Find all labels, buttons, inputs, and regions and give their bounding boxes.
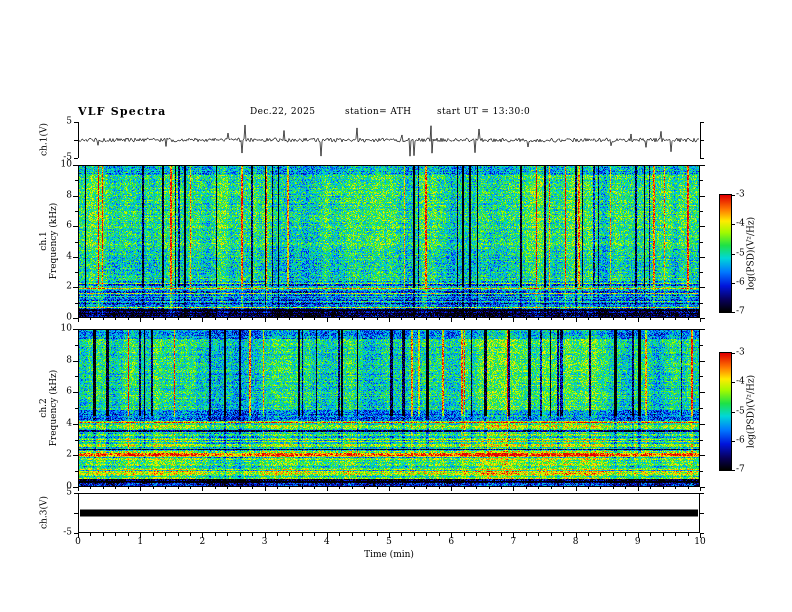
x-tick-label: 1: [137, 537, 144, 547]
colorbar-tick-label: -4: [736, 218, 745, 229]
figure-title: VLF Spectra: [78, 105, 167, 118]
colorbar-tick-label: -6: [736, 435, 745, 446]
time-axis-label: Time (min): [364, 550, 414, 560]
colorbar-tick-label: -4: [736, 376, 745, 387]
x-tick-label: 2: [199, 537, 206, 547]
colorbar-tick-label: -3: [736, 347, 745, 358]
colorbar-label: log(PSD)(V²/Hz): [746, 216, 757, 291]
x-tick-label: 8: [572, 537, 579, 547]
y-tick-label: 0: [66, 312, 72, 323]
x-tick-label: 0: [75, 537, 81, 547]
x-tick-label: 9: [634, 537, 641, 547]
y-tick-label: 10: [60, 159, 72, 170]
channel-label: ch.2: [39, 398, 49, 418]
ch1-ymax-label: 5: [66, 116, 72, 127]
x-tick-label: 5: [386, 537, 392, 547]
colorbar-tick-label: -7: [736, 306, 745, 317]
y-tick-label: 10: [60, 323, 72, 334]
start-ut-label: start UT = 13:30:0: [437, 107, 531, 117]
ch1-frequency-axis-label: ch.1 Frequency (kHz): [39, 186, 59, 296]
colorbar-tick-label: -6: [736, 277, 745, 288]
vlf-spectra-figure: VLF Spectra Dec.22, 2025 station= ATH st…: [0, 0, 792, 612]
ch3-ymin-label: -5: [63, 527, 72, 538]
ch3-ymax-label: 5: [66, 487, 72, 498]
x-tick-label: 3: [261, 537, 268, 547]
x-tick-label: 6: [448, 537, 455, 547]
frequency-axis-label: Frequency (kHz): [49, 202, 59, 280]
ch2-frequency-axis-label: ch.2 Frequency (kHz): [39, 353, 59, 463]
colorbar-tick-label: -5: [736, 406, 745, 416]
date-label: Dec.22, 2025: [250, 107, 316, 117]
x-tick-label: 7: [510, 537, 517, 547]
axes-overlay-canvas: [0, 0, 792, 612]
x-tick-label: 4: [323, 537, 330, 547]
colorbar-tick-label: -5: [736, 248, 745, 258]
x-tick-label: 10: [694, 537, 706, 547]
colorbar-tick-label: -3: [736, 189, 745, 200]
channel-label: ch.1: [39, 231, 49, 251]
frequency-axis-label: Frequency (kHz): [49, 369, 59, 447]
ch3-axis-label: ch.3(V): [39, 496, 50, 529]
colorbar-tick-label: -7: [736, 464, 745, 475]
station-label: station= ATH: [345, 107, 412, 117]
ch1-axis-label: ch.1(V): [39, 123, 50, 156]
colorbar-label: log(PSD)(V²/Hz): [746, 374, 757, 449]
